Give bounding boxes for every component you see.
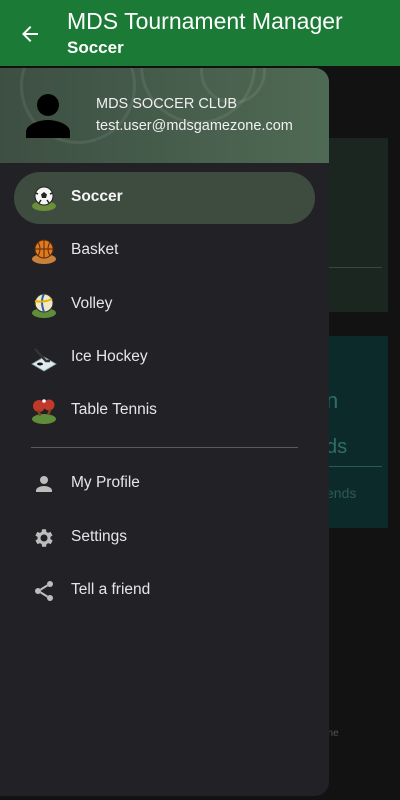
drawer-item-table-tennis[interactable]: Table Tennis bbox=[14, 385, 315, 437]
drawer-item-tell-a-friend[interactable]: Tell a friend bbox=[14, 565, 315, 617]
drawer-item-ice-hockey[interactable]: Ice Hockey bbox=[14, 332, 315, 384]
app-title: MDS Tournament Manager bbox=[67, 8, 343, 34]
drawer-header: MDS SOCCER CLUB test.user@mdsgamezone.co… bbox=[0, 68, 329, 163]
avatar-icon bbox=[26, 94, 70, 138]
drawer-item-label: Table Tennis bbox=[71, 401, 157, 418]
drawer-item-settings[interactable]: Settings bbox=[14, 512, 315, 564]
background-text: ds bbox=[326, 436, 348, 458]
gear-icon bbox=[35, 529, 53, 547]
table-tennis-icon bbox=[32, 399, 56, 424]
soccer-ball-icon bbox=[32, 186, 56, 211]
drawer-item-label: Ice Hockey bbox=[71, 348, 148, 365]
drawer-item-label: Soccer bbox=[71, 188, 123, 205]
drawer-item-volley[interactable]: Volley bbox=[14, 279, 315, 331]
drawer-item-label: Settings bbox=[71, 528, 128, 545]
background-text: ends bbox=[326, 485, 357, 501]
basketball-icon bbox=[32, 239, 56, 264]
app-subtitle: Soccer bbox=[67, 38, 124, 57]
drawer-item-label: Basket bbox=[71, 241, 119, 258]
drawer-item-soccer[interactable]: Soccer bbox=[14, 172, 315, 224]
back-button[interactable] bbox=[14, 18, 46, 50]
user-email: test.user@mdsgamezone.com bbox=[96, 118, 293, 134]
person-icon bbox=[36, 476, 52, 492]
drawer-item-label: Tell a friend bbox=[71, 581, 151, 598]
drawer-item-label: My Profile bbox=[71, 474, 140, 491]
share-icon bbox=[35, 581, 53, 601]
ice-hockey-icon bbox=[31, 348, 57, 372]
back-arrow-icon bbox=[22, 26, 38, 42]
drawer-item-label: Volley bbox=[71, 295, 113, 312]
volleyball-icon bbox=[32, 293, 56, 318]
navigation-drawer: MDS SOCCER CLUB test.user@mdsgamezone.co… bbox=[0, 68, 329, 796]
drawer-divider bbox=[31, 447, 298, 448]
drawer-item-basket[interactable]: Basket bbox=[14, 225, 315, 277]
app-bar: MDS Tournament Manager Soccer bbox=[0, 0, 400, 66]
drawer-item-my-profile[interactable]: My Profile bbox=[14, 458, 315, 510]
club-name: MDS SOCCER CLUB bbox=[96, 96, 237, 112]
